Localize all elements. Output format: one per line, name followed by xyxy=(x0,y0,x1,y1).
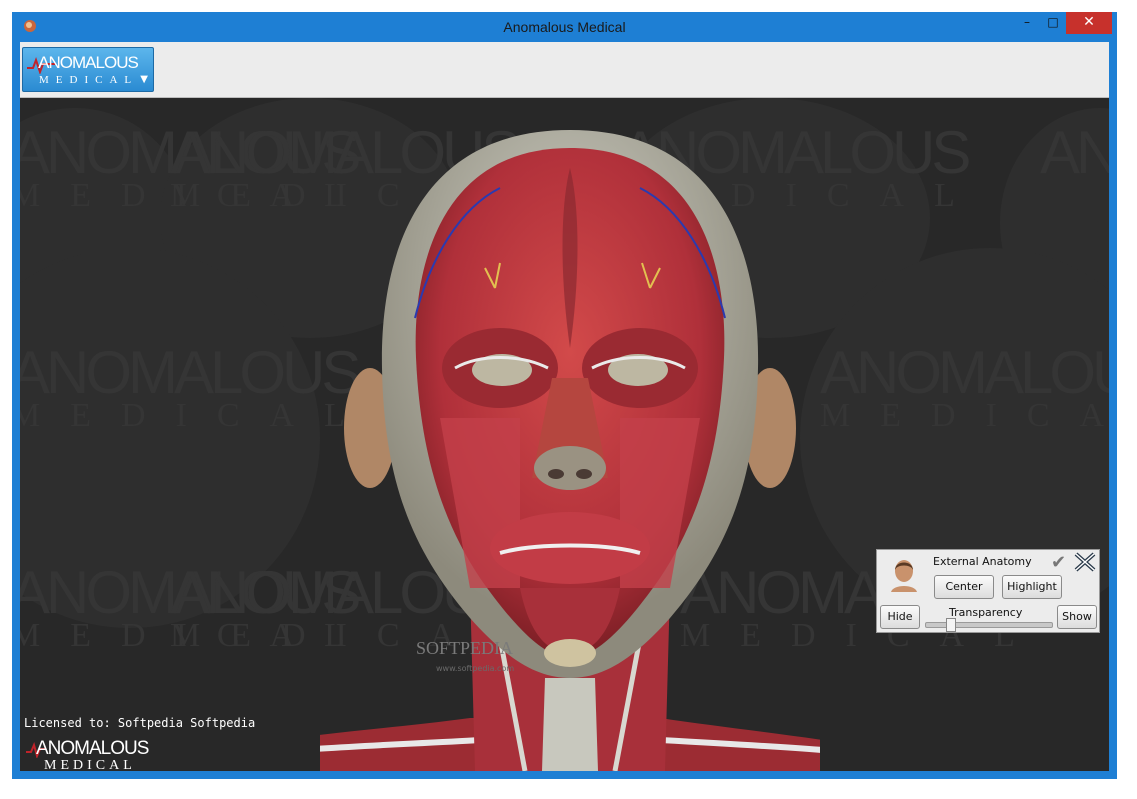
menu-logo-text: ANOMALOUS xyxy=(38,53,139,72)
menu-logo-subtext: MEDICAL xyxy=(39,74,139,86)
minimize-button[interactable]: – xyxy=(1014,12,1040,34)
toolbar: ANOMALOUS MEDICAL ▼ xyxy=(20,42,1109,98)
license-text: Licensed to: Softpedia Softpedia xyxy=(24,716,256,730)
3d-viewport[interactable]: ANOMALOUS MEDICAL ANOMALOUS MEDICAL ANOM… xyxy=(20,98,1109,771)
corner-logo: ANOMALOUS MEDICAL xyxy=(26,738,176,771)
center-button[interactable]: Center xyxy=(934,575,994,599)
panel-title: External Anatomy xyxy=(933,555,1032,568)
check-icon[interactable]: ✔ xyxy=(1051,552,1066,573)
head-thumbnail-icon xyxy=(891,560,917,592)
chevron-down-icon: ▼ xyxy=(140,74,148,85)
app-menu-button[interactable]: ANOMALOUS MEDICAL ▼ xyxy=(22,47,154,92)
title-bar[interactable]: Anomalous Medical – □ ✕ xyxy=(12,12,1117,42)
app-window: Anomalous Medical – □ ✕ ANOMALOUS MEDICA… xyxy=(12,12,1117,779)
transparency-slider-thumb[interactable] xyxy=(946,618,957,632)
close-button[interactable]: ✕ xyxy=(1066,12,1112,34)
head-muscle-model[interactable] xyxy=(320,118,820,771)
transparency-slider-track[interactable] xyxy=(925,622,1053,628)
show-button[interactable]: Show xyxy=(1057,605,1097,629)
softpedia-url: www.softpedia.com xyxy=(436,664,515,673)
window-title: Anomalous Medical xyxy=(503,19,626,35)
watermark-logo: ANOMALOUS MEDICAL xyxy=(820,339,1109,434)
maximize-button[interactable]: □ xyxy=(1040,12,1066,34)
watermark-logo: ANOMALOUS xyxy=(1040,119,1109,186)
hide-button[interactable]: Hide xyxy=(880,605,920,629)
highlight-button[interactable]: Highlight xyxy=(1002,575,1062,599)
close-icon[interactable] xyxy=(1073,551,1097,573)
anatomy-panel: External Anatomy ✔ Center Highlight Hide… xyxy=(876,549,1100,633)
softpedia-watermark: SOFTPEDIA xyxy=(416,638,514,658)
transparency-label: Transparency xyxy=(949,606,1023,619)
